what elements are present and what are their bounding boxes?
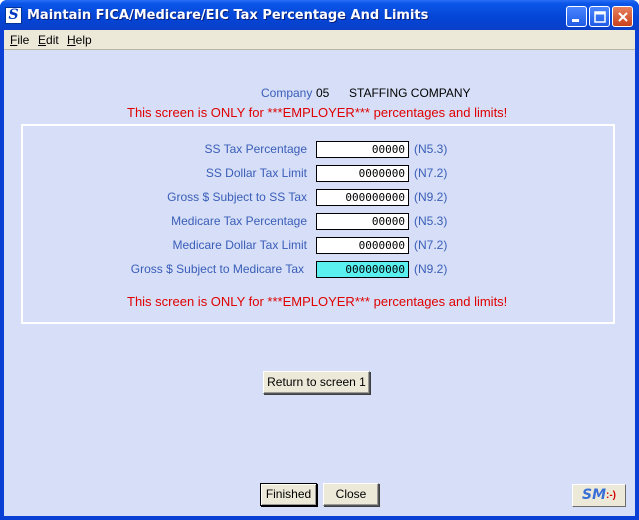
menu-file-rest: ile — [17, 33, 30, 47]
ss-tax-percentage-input[interactable]: 00000 — [316, 141, 409, 158]
close-button[interactable]: Close — [323, 483, 379, 506]
menu-help-mnemonic: H — [67, 33, 76, 47]
company-code: 05 — [316, 86, 330, 100]
maximize-button[interactable] — [589, 6, 610, 27]
menu-help-rest: elp — [75, 33, 92, 47]
ss-dollar-tax-limit-input[interactable]: 0000000 — [316, 165, 409, 182]
field-label-gross-subject-medicare: Gross $ Subject to Medicare Tax — [130, 262, 304, 276]
return-to-screen-1-button[interactable]: Return to screen 1 — [263, 371, 370, 394]
title-bar[interactable]: S Maintain FICA/Medicare/EIC Tax Percent… — [0, 0, 639, 30]
smiley-icon: :-) — [606, 490, 616, 501]
warning-bottom: This screen is ONLY for ***EMPLOYER*** p… — [127, 294, 508, 309]
field-label-medicare-dollar-tax-limit: Medicare Dollar Tax Limit — [172, 238, 308, 252]
company-name: STAFFING COMPANY — [349, 86, 471, 100]
field-label-ss-tax-percentage: SS Tax Percentage — [204, 142, 307, 156]
menu-bar: File Edit Help — [4, 30, 635, 50]
gross-subject-ss-format: (N9.2) — [414, 190, 448, 204]
client-area: File Edit Help Company 05 STAFFING COMPA… — [4, 30, 635, 516]
ss-tax-percentage-format: (N5.3) — [414, 142, 448, 156]
menu-help[interactable]: Help — [67, 33, 92, 47]
sm-logo-text: SM — [582, 487, 607, 503]
maximize-icon — [594, 11, 606, 23]
minimize-icon — [572, 19, 579, 22]
menu-edit-mnemonic: E — [38, 33, 47, 47]
warning-top: This screen is ONLY for ***EMPLOYER*** p… — [127, 105, 508, 120]
medicare-tax-percentage-format: (N5.3) — [414, 214, 448, 228]
field-label-ss-dollar-tax-limit: SS Dollar Tax Limit — [205, 166, 307, 180]
app-icon[interactable]: S — [5, 7, 22, 24]
menu-edit[interactable]: Edit — [38, 33, 59, 47]
app-window: S Maintain FICA/Medicare/EIC Tax Percent… — [0, 0, 639, 520]
medicare-tax-percentage-input[interactable]: 00000 — [316, 213, 409, 230]
finished-button[interactable]: Finished — [260, 483, 317, 506]
medicare-dollar-tax-limit-input[interactable]: 0000000 — [316, 237, 409, 254]
ss-dollar-tax-limit-format: (N7.2) — [414, 166, 448, 180]
menu-edit-rest: dit — [46, 33, 59, 47]
medicare-dollar-tax-limit-format: (N7.2) — [414, 238, 448, 252]
sm-logo[interactable]: SM :-) — [572, 484, 626, 507]
close-icon — [618, 12, 628, 22]
company-label: Company — [261, 86, 313, 100]
gross-subject-medicare-input[interactable]: 000000000 — [316, 261, 409, 278]
gross-subject-medicare-format: (N9.2) — [414, 262, 448, 276]
field-label-medicare-tax-percentage: Medicare Tax Percentage — [171, 214, 307, 228]
field-label-gross-subject-ss: Gross $ Subject to SS Tax — [167, 190, 307, 204]
gross-subject-ss-input[interactable]: 000000000 — [316, 189, 409, 206]
minimize-button[interactable] — [566, 6, 587, 27]
close-window-button[interactable] — [612, 6, 633, 27]
menu-file[interactable]: File — [10, 33, 29, 47]
window-title: Maintain FICA/Medicare/EIC Tax Percentag… — [27, 8, 429, 23]
